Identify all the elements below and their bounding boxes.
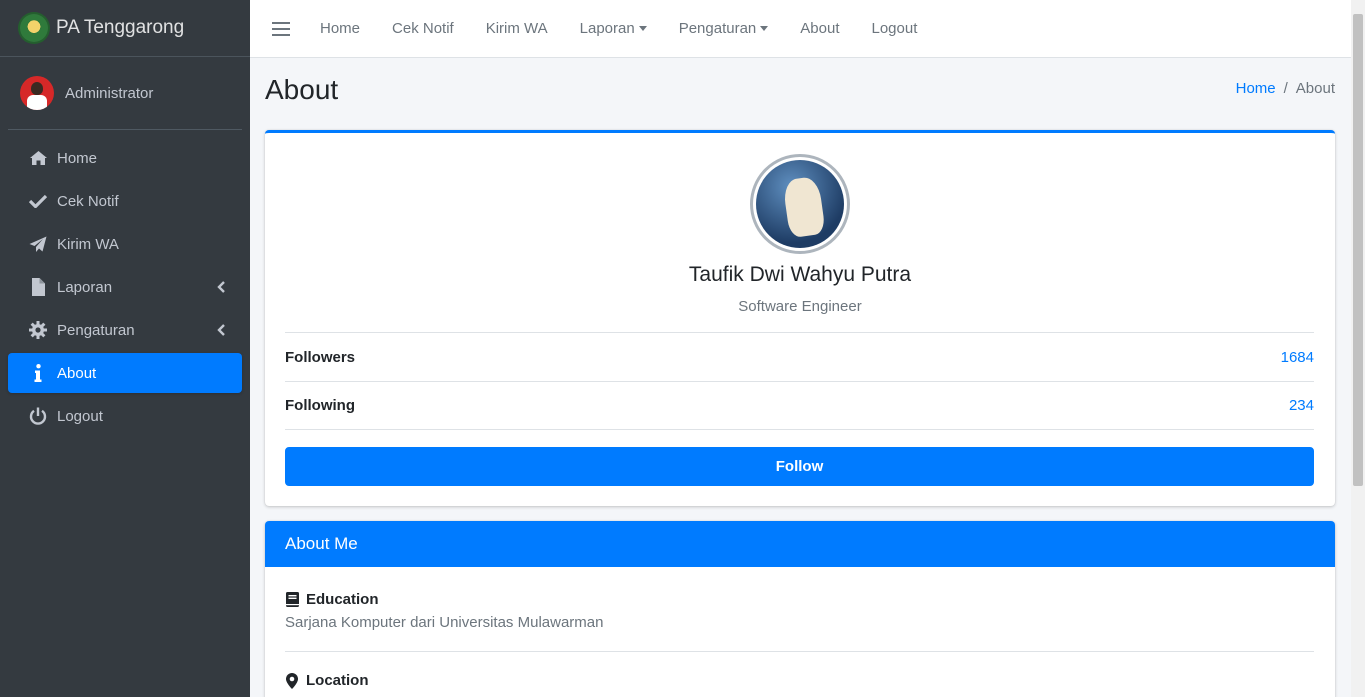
topnav-logout[interactable]: Logout <box>871 20 917 37</box>
breadcrumb: Home / About <box>1236 80 1335 97</box>
user-panel: Administrator <box>8 57 242 130</box>
map-marker-icon <box>285 672 299 689</box>
caret-down-icon <box>760 26 769 31</box>
topnav-cek-notif[interactable]: Cek Notif <box>392 20 454 37</box>
sidebar-item-kirim-wa[interactable]: Kirim WA <box>8 224 242 264</box>
education-section: Education Sarjana Komputer dari Universi… <box>285 591 1314 631</box>
sidebar-item-label: Cek Notif <box>57 192 119 210</box>
education-text: Sarjana Komputer dari Universitas Mulawa… <box>285 614 604 631</box>
info-icon <box>28 363 48 383</box>
following-label: Following <box>285 397 355 414</box>
court-emblem-icon <box>20 14 48 42</box>
sidebar-item-label: About <box>57 364 97 382</box>
brand-link[interactable]: PA Tenggarong <box>0 0 250 57</box>
education-label: Education <box>306 591 379 608</box>
topnav-home[interactable]: Home <box>320 20 360 37</box>
followers-count[interactable]: 1684 <box>1281 349 1314 366</box>
followers-label: Followers <box>285 348 356 366</box>
sidebar-item-logout[interactable]: Logout <box>8 396 242 436</box>
book-icon <box>285 592 299 608</box>
sidebar-item-about[interactable]: About <box>8 353 242 393</box>
divider <box>285 651 1314 652</box>
file-icon <box>28 277 48 297</box>
sidebar-item-laporan[interactable]: Laporan <box>8 267 242 307</box>
sidebar-nav: Home Cek Notif Kirim WA Laporan Pengatur… <box>0 138 250 436</box>
topnav-pengaturan-label: Pengaturan <box>678 20 757 37</box>
profile-avatar <box>750 154 850 254</box>
sidebar-item-label: Home <box>57 149 98 167</box>
sidebar-item-label: Logout <box>57 407 103 425</box>
follow-button[interactable]: Follow <box>285 447 1314 486</box>
breadcrumb-home-link[interactable]: Home <box>1236 80 1276 97</box>
user-name[interactable]: Administrator <box>65 85 153 102</box>
sidebar-item-cek-notif[interactable]: Cek Notif <box>8 181 242 221</box>
sidebar-item-label: Laporan <box>57 278 113 296</box>
topnav-about[interactable]: About <box>800 20 839 37</box>
profile-job-title: Software Engineer <box>738 298 862 315</box>
check-icon <box>28 191 48 211</box>
sidebar-item-home[interactable]: Home <box>8 138 242 178</box>
gear-icon <box>28 320 48 340</box>
page-scrollbar[interactable] <box>1351 0 1365 697</box>
sidebar-item-label: Kirim WA <box>57 235 119 253</box>
brand-name: PA Tenggarong <box>56 17 185 38</box>
location-section: Location <box>285 672 1314 689</box>
scrollbar-thumb[interactable] <box>1353 14 1363 486</box>
chevron-left-icon <box>214 323 228 337</box>
caret-down-icon <box>638 26 647 31</box>
content-header: About Home / About <box>265 70 1335 110</box>
chevron-left-icon <box>214 280 228 294</box>
sidebar-item-label: Pengaturan <box>57 321 135 339</box>
sidebar: PA Tenggarong Administrator Home Cek Not… <box>0 0 250 697</box>
power-icon <box>28 406 48 426</box>
topnav-laporan-label: Laporan <box>579 20 635 37</box>
following-row: Following 234 <box>285 381 1314 430</box>
breadcrumb-separator: / <box>1283 80 1288 97</box>
about-me-title: About Me <box>265 521 1335 567</box>
profile-name: Taufik Dwi Wahyu Putra <box>688 263 912 286</box>
home-icon <box>28 148 48 168</box>
hamburger-menu-icon[interactable] <box>272 21 290 36</box>
page-title: About <box>265 74 339 105</box>
top-navbar: Home Cek Notif Kirim WA Laporan Pengatur… <box>250 0 1351 58</box>
sidebar-item-pengaturan[interactable]: Pengaturan <box>8 310 242 350</box>
following-count[interactable]: 234 <box>1289 397 1314 414</box>
about-me-card: About Me Education Sarjana Komputer dari… <box>265 521 1335 697</box>
profile-card: Taufik Dwi Wahyu Putra Software Engineer… <box>265 130 1335 506</box>
location-label: Location <box>306 672 369 689</box>
topnav-kirim-wa[interactable]: Kirim WA <box>486 20 548 37</box>
followers-row: Followers 1684 <box>285 332 1314 381</box>
paper-plane-icon <box>28 234 48 254</box>
topnav-laporan-dropdown[interactable]: Laporan <box>580 20 647 37</box>
topnav-pengaturan-dropdown[interactable]: Pengaturan <box>679 20 769 37</box>
avatar[interactable] <box>20 76 54 110</box>
breadcrumb-current: About <box>1295 80 1335 97</box>
